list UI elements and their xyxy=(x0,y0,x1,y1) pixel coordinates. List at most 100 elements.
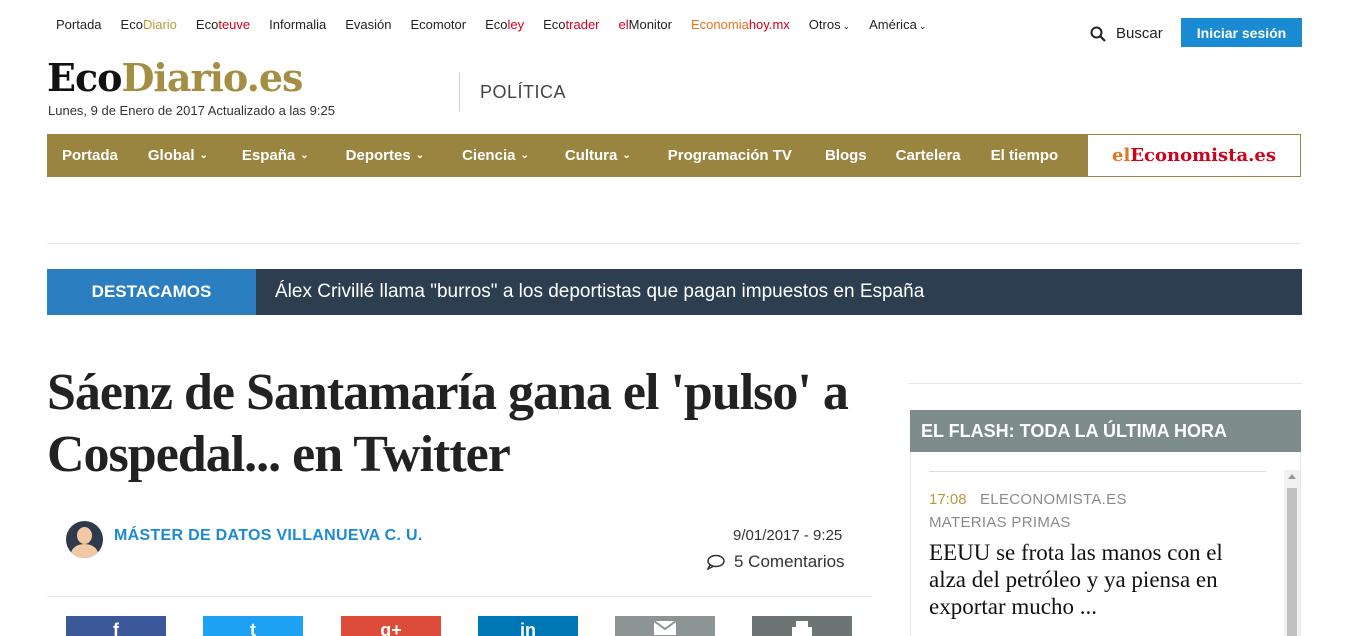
network-link-economiahoy-d: .mx xyxy=(768,17,790,32)
divider xyxy=(47,243,1301,244)
network-link-elmonitor-a: el xyxy=(618,17,629,32)
network-link-evasion[interactable]: Evasión xyxy=(345,17,391,32)
brand-es: .es xyxy=(1248,145,1276,166)
scroll-up-icon[interactable] xyxy=(1288,474,1296,479)
chevron-down-icon: ⌄ xyxy=(199,150,208,161)
publish-date: 9/01/2017 - 9:25 xyxy=(733,527,843,544)
network-link-elmonitor-b: Monitor xyxy=(628,17,672,32)
network-link-economiahoy-c: hoy xyxy=(748,17,769,32)
header-divider xyxy=(459,73,460,111)
flash-scrollbar[interactable] xyxy=(1284,470,1300,636)
nav-item-label: Portada xyxy=(62,147,118,164)
divider xyxy=(908,383,1301,384)
comments-link[interactable]: 5 Comentarios xyxy=(706,552,845,572)
featured-bar: DESTACAMOS Álex Crivillé llama "burros" … xyxy=(47,269,1302,315)
share-email-button[interactable] xyxy=(615,616,715,636)
search-label: Buscar xyxy=(1116,25,1163,42)
network-dropdown-america-label: América xyxy=(869,17,917,32)
flash-item-source[interactable]: ELECONOMISTA.ES xyxy=(980,491,1127,508)
network-link-ecoteuve[interactable]: Ecoteuve xyxy=(196,17,250,32)
network-link-ecotrader-b: trader xyxy=(565,17,600,32)
nav-item-label: Global xyxy=(147,147,195,164)
twitter-icon: t xyxy=(250,620,256,636)
comment-icon xyxy=(706,554,725,570)
share-linkedin-button[interactable]: in xyxy=(478,616,578,636)
nav-item-programacion-tv[interactable]: Programación TV xyxy=(668,147,792,164)
network-link-economiahoy-a: Econ xyxy=(691,17,721,32)
search-button[interactable]: Buscar xyxy=(1090,25,1163,42)
googleplus-icon: g+ xyxy=(380,620,402,636)
nav-item-label: Deportes xyxy=(345,147,411,164)
dateline: Lunes, 9 de Enero de 2017 Actualizado a … xyxy=(48,103,335,118)
nav-item-label: España xyxy=(241,147,296,164)
divider xyxy=(929,471,1266,472)
chevron-down-icon: ⌄ xyxy=(300,150,309,161)
featured-headline-link[interactable]: Álex Crivillé llama "burros" a los depor… xyxy=(256,269,924,315)
flash-item-title-link[interactable]: EEUU se frota las manos con el alza del … xyxy=(929,539,1259,620)
network-link-ecoley-a: Eco xyxy=(485,17,508,32)
network-link-elmonitor[interactable]: elMonitor xyxy=(619,17,672,32)
network-link-economiahoy-b: omia xyxy=(720,17,749,32)
nav-item-cultura[interactable]: Cultura ⌄ xyxy=(565,147,631,164)
share-print-button[interactable] xyxy=(752,616,852,636)
nav-item-el-tiempo[interactable]: El tiempo xyxy=(991,147,1059,164)
flash-item-category[interactable]: MATERIAS PRIMAS xyxy=(929,514,1071,531)
network-dropdown-otros[interactable]: Otros ⌄ xyxy=(809,17,850,32)
network-dropdown-america[interactable]: América ⌄ xyxy=(869,17,926,32)
flash-header: EL FLASH: TODA LA ÚLTIMA HORA xyxy=(910,410,1301,452)
nav-item-global[interactable]: Global ⌄ xyxy=(148,147,208,164)
network-link-portada[interactable]: Portada xyxy=(56,17,102,32)
nav-item-portada[interactable]: Portada xyxy=(62,147,118,164)
logo-es: .es xyxy=(246,55,304,100)
nav-item-label: El tiempo xyxy=(990,147,1059,164)
network-link-ecodiario-b: Diario xyxy=(142,17,177,32)
network-link-ecotrader[interactable]: Ecotrader xyxy=(543,17,599,32)
nav-item-espana[interactable]: España ⌄ xyxy=(242,147,309,164)
section-title[interactable]: POLÍTICA xyxy=(480,82,566,103)
nav-item-label: Blogs xyxy=(824,147,867,164)
nav-item-blogs[interactable]: Blogs xyxy=(825,147,867,164)
logo-eco: Eco xyxy=(47,55,122,100)
chevron-down-icon: ⌄ xyxy=(415,150,425,161)
print-icon xyxy=(792,621,812,636)
nav-item-ciencia[interactable]: Ciencia ⌄ xyxy=(462,147,529,164)
author-link[interactable]: MÁSTER DE DATOS VILLANUEVA C. U. xyxy=(114,527,423,545)
flash-item-time: 17:08 xyxy=(929,491,967,508)
chevron-down-icon: ⌄ xyxy=(918,21,927,31)
network-link-ecoley-b: ley xyxy=(507,17,525,32)
login-button[interactable]: Iniciar sesión xyxy=(1181,18,1302,47)
network-link-ecoley[interactable]: Ecoley xyxy=(485,17,524,32)
eleconomista-logo[interactable]: el Economista .es xyxy=(1087,134,1301,177)
mail-icon xyxy=(653,620,677,635)
divider xyxy=(47,596,872,597)
linkedin-icon: in xyxy=(520,620,536,636)
nav-item-label: Cultura xyxy=(564,147,618,164)
nav-item-deportes[interactable]: Deportes ⌄ xyxy=(346,147,424,164)
chevron-down-icon: ⌄ xyxy=(520,150,529,161)
featured-tag: DESTACAMOS xyxy=(47,269,256,315)
site-logo[interactable]: EcoDiario.es xyxy=(47,55,304,100)
scrollbar-thumb[interactable] xyxy=(1287,488,1297,636)
share-facebook-button[interactable]: f xyxy=(66,616,166,636)
brand-economista: Economista xyxy=(1130,145,1249,166)
network-link-informalia[interactable]: Informalia xyxy=(269,17,326,32)
chevron-down-icon: ⌄ xyxy=(622,150,631,161)
nav-item-cartelera[interactable]: Cartelera xyxy=(896,147,961,164)
network-link-ecodiario-a: Eco xyxy=(120,17,143,32)
main-nav: Portada Global ⌄ España ⌄ Deportes ⌄ Cienci… xyxy=(47,134,1301,177)
share-googleplus-button[interactable]: g+ xyxy=(341,616,441,636)
network-dropdown-otros-label: Otros xyxy=(808,17,841,32)
network-link-ecomotor[interactable]: Ecomotor xyxy=(410,17,466,32)
chevron-down-icon: ⌄ xyxy=(842,21,851,31)
nav-item-label: Ciencia xyxy=(462,147,516,164)
network-link-economiahoy[interactable]: Economiahoy.mx xyxy=(691,17,790,32)
nav-item-label: Programación TV xyxy=(667,147,792,164)
share-twitter-button[interactable]: t xyxy=(203,616,303,636)
logo-diario: Diario xyxy=(121,55,247,100)
brand-el: el xyxy=(1112,145,1131,166)
nav-item-label: Cartelera xyxy=(895,147,961,164)
article-title: Sáenz de Santamaría gana el 'pulso' a Co… xyxy=(47,364,849,483)
network-link-ecodiario[interactable]: EcoDiario xyxy=(121,17,177,32)
facebook-icon: f xyxy=(113,620,119,636)
network-nav: Portada EcoDiario Ecoteuve Informalia Ev… xyxy=(56,17,945,32)
